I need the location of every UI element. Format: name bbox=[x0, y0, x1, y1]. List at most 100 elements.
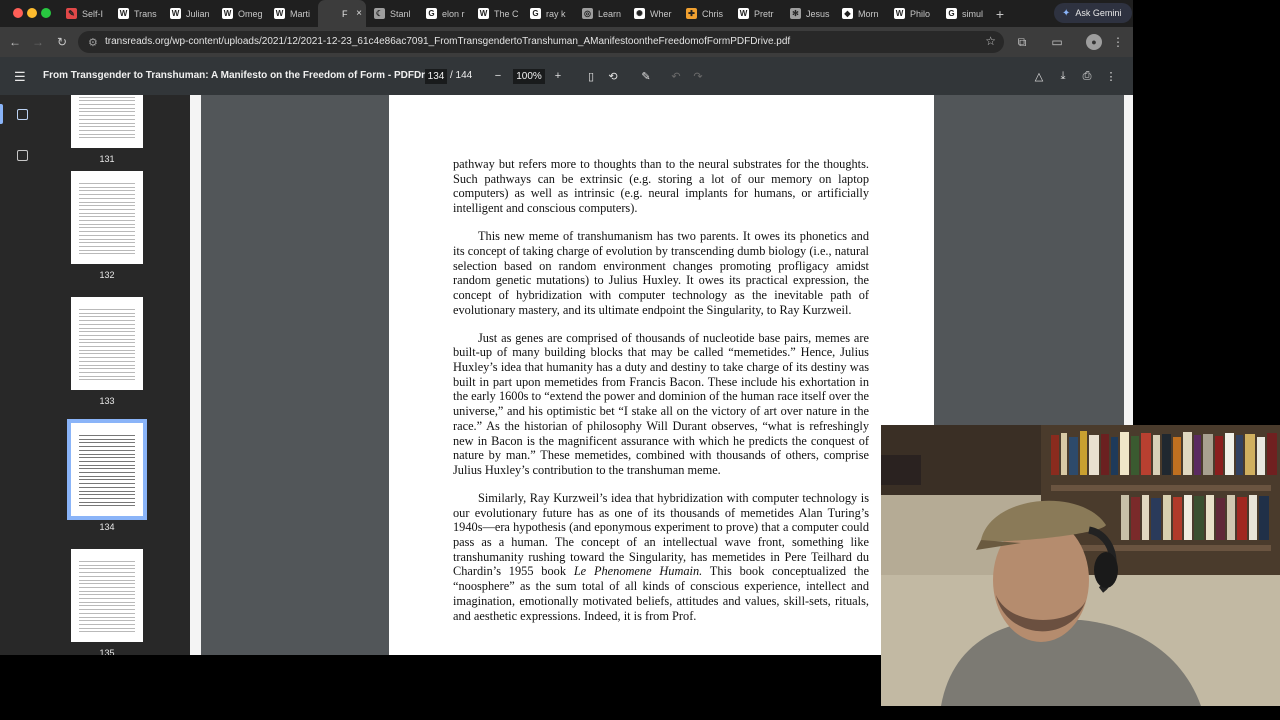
viewport-edge bbox=[190, 95, 201, 655]
new-tab-button[interactable]: + bbox=[990, 0, 1010, 27]
tab-label: Wher bbox=[650, 8, 672, 19]
page-thumbnail[interactable] bbox=[71, 549, 143, 642]
reload-icon[interactable]: ↻ bbox=[54, 34, 70, 50]
back-arrow-icon[interactable]: ← bbox=[7, 34, 23, 50]
tab-label: ray k bbox=[546, 8, 566, 19]
page-thumbnail[interactable] bbox=[67, 419, 147, 520]
address-bar[interactable]: ⚙ transreads.org/wp-content/uploads/2021… bbox=[78, 31, 1004, 53]
thumbnail-text-line bbox=[79, 483, 135, 485]
viewport-edge bbox=[1124, 95, 1133, 425]
cast-icon[interactable]: ▭ bbox=[1049, 34, 1065, 50]
url-text[interactable]: transreads.org/wp-content/uploads/2021/1… bbox=[105, 36, 790, 47]
pen-icon: ✎ bbox=[66, 8, 77, 19]
browser-tab[interactable]: W Philo bbox=[886, 0, 938, 27]
browser-tab[interactable]: Gray k bbox=[522, 0, 574, 27]
browser-tab[interactable]: W The C bbox=[470, 0, 522, 27]
thumbnail-text-line bbox=[79, 449, 135, 451]
zoom-level-input[interactable]: 100% bbox=[513, 69, 545, 84]
thumbnail-text-line bbox=[79, 472, 135, 473]
page-thumbnail[interactable] bbox=[71, 95, 143, 148]
close-tab-icon[interactable]: × bbox=[356, 8, 362, 19]
outline-view-icon[interactable] bbox=[17, 150, 28, 161]
pdf-page: pathway but refers more to thoughts than… bbox=[389, 95, 934, 655]
tab-label: Pretr bbox=[754, 8, 774, 19]
thumbnail-text-line bbox=[79, 586, 135, 588]
fit-page-icon[interactable]: ▯ bbox=[584, 69, 598, 83]
thumbnail-text-line bbox=[79, 464, 135, 466]
thumbnail-text-line bbox=[79, 129, 135, 131]
perplexity-icon: ✻ bbox=[790, 8, 801, 19]
browser-tab[interactable]: ☾ Stanl bbox=[366, 0, 418, 27]
page-thumbnail[interactable] bbox=[71, 297, 143, 390]
thumbnail-text-line bbox=[79, 357, 135, 359]
download-icon[interactable]: ⤓ bbox=[1056, 69, 1070, 83]
browser-tab[interactable]: W Omeg bbox=[214, 0, 266, 27]
browser-tab[interactable]: W Trans bbox=[110, 0, 162, 27]
tab-label: Julian bbox=[186, 8, 210, 19]
zoom-out-icon[interactable]: − bbox=[491, 69, 505, 83]
browser-tab[interactable]: W Pretr bbox=[730, 0, 782, 27]
page-thumbnail[interactable] bbox=[71, 171, 143, 264]
thumbnail-text-line bbox=[79, 309, 135, 310]
thumbnail-text-line bbox=[79, 375, 135, 377]
browser-tab[interactable]: ◎ Learn bbox=[574, 0, 626, 27]
tab-strip: ✎ Self-I W Trans W Julian W Omeg W Marti F × ☾ Stanl G… bbox=[0, 0, 1133, 27]
profile-avatar[interactable]: ● bbox=[1086, 34, 1102, 50]
extensions-icon[interactable]: ⧉ bbox=[1014, 34, 1030, 50]
drive-save-icon[interactable]: △ bbox=[1032, 69, 1046, 83]
thumbnail-text-line bbox=[79, 137, 135, 139]
redo-icon[interactable]: ↷ bbox=[691, 69, 705, 83]
page-number-input[interactable]: 134 bbox=[425, 69, 447, 84]
thumbnail-text-line bbox=[79, 605, 135, 607]
browser-tab[interactable]: W Julian bbox=[162, 0, 214, 27]
sidebar-menu-icon[interactable]: ☰ bbox=[14, 69, 26, 85]
thumbnail-text-line bbox=[79, 133, 135, 135]
book-title: Le Phenomene Humain. bbox=[573, 564, 703, 579]
thumbnail-text-line bbox=[79, 349, 135, 351]
thumbnail-text-line bbox=[79, 208, 135, 210]
paragraph: pathway but refers more to thoughts than… bbox=[453, 157, 869, 216]
tab-label: simul bbox=[962, 8, 984, 19]
pdf-toolbar: ☰ From Transgender to Transhuman: A Mani… bbox=[0, 57, 1133, 95]
browser-menu-icon[interactable]: ⋮ bbox=[1110, 34, 1126, 50]
browser-tab[interactable]: Gelon r bbox=[418, 0, 470, 27]
thumbnail-text-line bbox=[79, 594, 135, 596]
browser-tab[interactable]: ✻ Jesus bbox=[782, 0, 834, 27]
thumbnail-text-line bbox=[79, 104, 135, 105]
thumbnail-text-line bbox=[79, 579, 135, 581]
browser-tab[interactable]: ✎ Self-I bbox=[58, 0, 110, 27]
browser-tab[interactable]: ✺ Wher bbox=[626, 0, 678, 27]
zoom-window-button[interactable] bbox=[41, 8, 51, 18]
thumbnail-text-line bbox=[79, 223, 135, 225]
thumbnail-text-line bbox=[79, 342, 135, 344]
thumbnail-text-line bbox=[79, 205, 135, 207]
document-title: From Transgender to Transhuman: A Manife… bbox=[43, 70, 441, 81]
wikipedia-icon: W bbox=[894, 8, 905, 19]
thumbnail-text-line bbox=[79, 572, 135, 574]
thumbnail-text-line bbox=[79, 468, 135, 470]
browser-tab[interactable]: ◆ Morn bbox=[834, 0, 886, 27]
thumbnail-text-line bbox=[79, 197, 135, 199]
browser-tab[interactable]: W Marti bbox=[266, 0, 318, 27]
zoom-in-icon[interactable]: + bbox=[551, 69, 565, 83]
annotate-icon[interactable]: ✎ bbox=[639, 69, 653, 83]
wikipedia-icon: W bbox=[274, 8, 285, 19]
ask-gemini-button[interactable]: ✦ Ask Gemini bbox=[1054, 3, 1132, 23]
thumbnail-text-line bbox=[79, 457, 135, 459]
thumbnail-text-line bbox=[79, 616, 135, 618]
minimize-window-button[interactable] bbox=[27, 8, 37, 18]
close-window-button[interactable] bbox=[13, 8, 23, 18]
browser-tab[interactable]: ✚ Chris bbox=[678, 0, 730, 27]
rotate-icon[interactable]: ⟲ bbox=[606, 69, 620, 83]
thumbnails-view-icon[interactable] bbox=[17, 109, 28, 120]
site-info-icon[interactable]: ⚙ bbox=[88, 36, 98, 49]
browser-tab[interactable]: Gsimul bbox=[938, 0, 990, 27]
forward-arrow-icon[interactable]: → bbox=[30, 34, 46, 50]
more-options-icon[interactable]: ⋮ bbox=[1104, 69, 1118, 83]
bookmark-star-icon[interactable]: ☆ bbox=[985, 34, 996, 48]
tab-label: Stanl bbox=[390, 8, 411, 19]
browser-tab[interactable]: F × bbox=[318, 0, 366, 27]
paragraph: Similarly, Ray Kurzweil’s idea that hybr… bbox=[453, 491, 869, 623]
undo-icon[interactable]: ↶ bbox=[669, 69, 683, 83]
print-icon[interactable]: ⎙ bbox=[1080, 69, 1094, 83]
